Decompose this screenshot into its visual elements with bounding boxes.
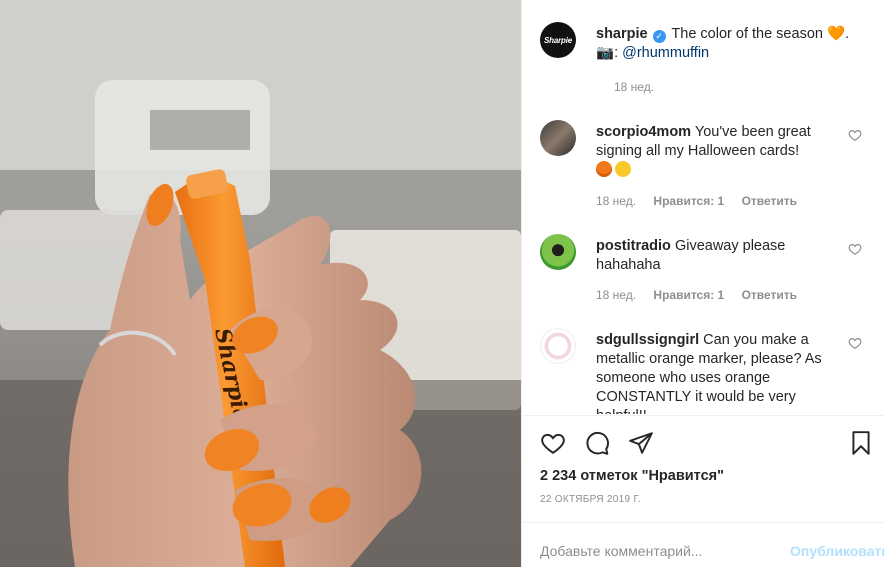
caption-text: The color of the season <box>671 26 823 42</box>
reply-button[interactable]: Ответить <box>742 194 797 208</box>
jack-o-lantern-emoji <box>596 161 612 177</box>
bookmark-icon[interactable] <box>848 430 874 456</box>
commenter-avatar[interactable] <box>540 234 576 270</box>
caption-period: . <box>845 26 850 42</box>
caption-timestamp[interactable]: 18 нед. <box>614 80 654 94</box>
publish-button[interactable]: Опубликовать <box>790 543 884 559</box>
comment-icon[interactable] <box>584 430 610 456</box>
reply-button[interactable]: Ответить <box>742 288 797 302</box>
comment-text-block: postitradio Giveaway please hahahaha <box>596 237 836 275</box>
comment-username[interactable]: scorpio4mom <box>596 124 691 140</box>
photo-hand-holding-marker: Sharpie <box>0 0 521 567</box>
commenter-avatar[interactable] <box>540 120 576 156</box>
comment-like-heart-icon[interactable] <box>848 128 862 142</box>
smiling-face-emoji <box>615 161 631 177</box>
comment-text-block: sdgullssigngirl Can you make a metallic … <box>596 331 836 414</box>
divider <box>522 415 884 416</box>
comment-likes[interactable]: Нравится: 1 <box>653 194 724 208</box>
post-date[interactable]: 22 ОКТЯБРЯ 2019 Г. <box>540 494 641 505</box>
post-action-bar <box>540 430 874 456</box>
camera-emoji: 📷 <box>596 45 615 61</box>
photographer-mention-link[interactable]: @rhummuffin <box>622 45 709 61</box>
comment-meta: 18 нед. Нравится: 1 Ответить <box>596 288 811 302</box>
avatar-logo-text: Sharpie <box>544 35 572 45</box>
likes-count[interactable]: 2 234 отметок "Нравится" <box>540 468 724 484</box>
comment-like-heart-icon[interactable] <box>848 336 862 350</box>
divider <box>522 522 884 523</box>
post-side-panel: Sharpie sharpie ✓ The color of the seaso… <box>521 0 884 567</box>
comment-like-heart-icon[interactable] <box>848 242 862 256</box>
author-username[interactable]: sharpie <box>596 26 648 42</box>
comments-list[interactable]: scorpio4mom You've been great signing al… <box>522 112 884 414</box>
comment-username[interactable]: sdgullssigngirl <box>596 332 699 348</box>
orange-heart-emoji: 🧡 <box>826 26 846 42</box>
comment-username[interactable]: postitradio <box>596 238 671 254</box>
instagram-post: Sharpie Sharpie sharpie ✓ The color of t… <box>0 0 884 567</box>
author-avatar[interactable]: Sharpie <box>540 22 576 58</box>
comment-time[interactable]: 18 нед. <box>596 288 636 302</box>
comment-time[interactable]: 18 нед. <box>596 194 636 208</box>
share-icon[interactable] <box>628 430 654 456</box>
commenter-avatar[interactable] <box>540 328 576 364</box>
caption-text-block: sharpie ✓ The color of the season 🧡. 📷: … <box>596 25 866 63</box>
heart-icon[interactable] <box>540 430 566 456</box>
add-comment-form: Опубликовать <box>540 541 884 561</box>
add-comment-input[interactable] <box>540 541 780 561</box>
caption-colon: : <box>614 45 619 61</box>
verified-badge-icon: ✓ <box>652 30 666 43</box>
comment-meta: 18 нед. Нравится: 1 Ответить <box>596 194 811 208</box>
post-photo[interactable]: Sharpie <box>0 0 521 567</box>
comment-likes[interactable]: Нравится: 1 <box>653 288 724 302</box>
comment-text-block: scorpio4mom You've been great signing al… <box>596 123 836 180</box>
